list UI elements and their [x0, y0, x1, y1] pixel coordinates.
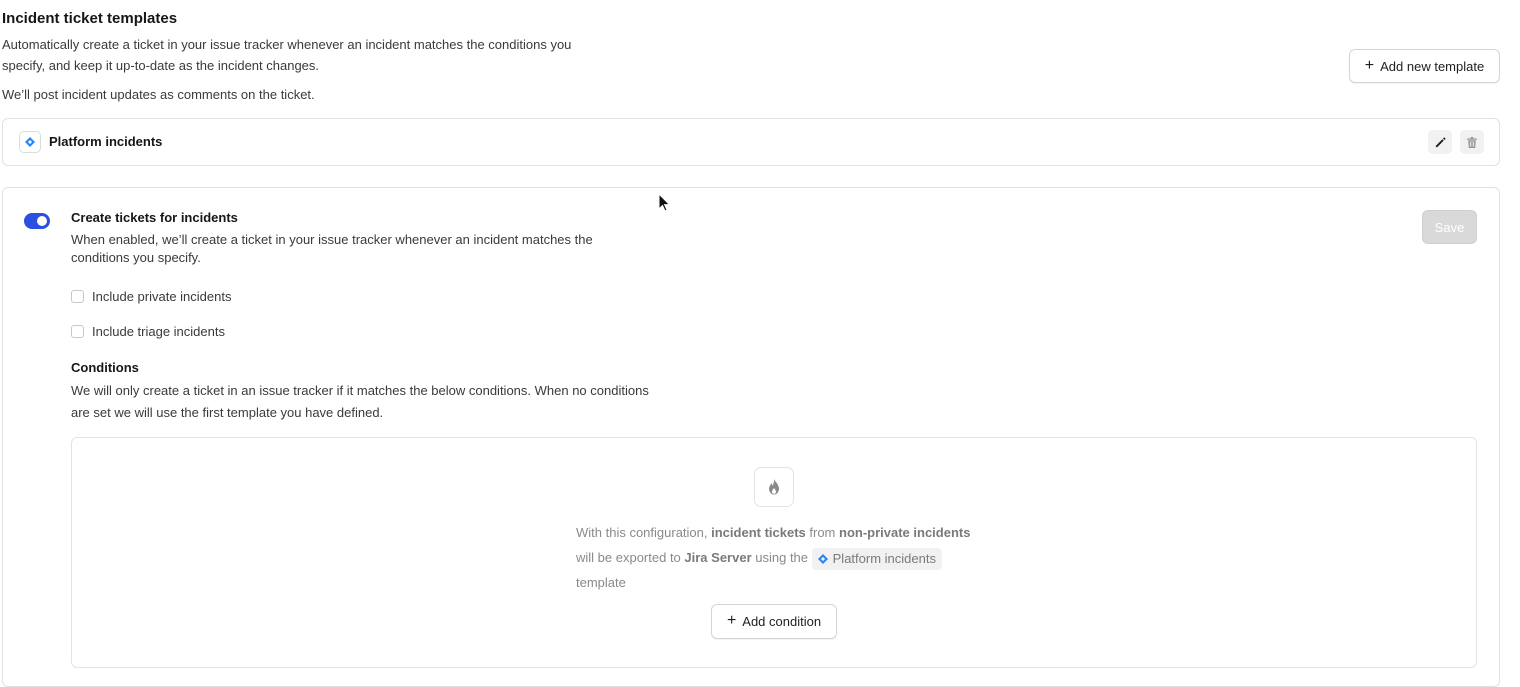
page-title: Incident ticket templates: [2, 10, 178, 27]
summary-bold-incident-scope: non-private incidents: [839, 525, 971, 540]
save-button[interactable]: Save: [1422, 210, 1477, 244]
summary-text: from: [805, 525, 839, 540]
summary-text: With this configuration,: [576, 525, 712, 540]
template-chip: Platform incidents: [811, 547, 942, 570]
template-chip-label: Platform incidents: [832, 550, 936, 566]
create-tickets-toggle[interactable]: [24, 213, 50, 229]
edit-template-button[interactable]: [1428, 130, 1452, 154]
template-row[interactable]: Platform incidents: [2, 118, 1500, 166]
summary-bold-ticket-type: incident tickets: [711, 525, 806, 540]
include-triage-checkbox[interactable]: [71, 325, 84, 338]
include-private-label: Include private incidents: [92, 289, 232, 304]
summary-text: template: [576, 575, 626, 590]
template-name: Platform incidents: [49, 134, 163, 149]
include-private-checkbox[interactable]: [71, 290, 84, 303]
delete-template-button[interactable]: [1460, 130, 1484, 154]
jira-icon: [19, 131, 41, 153]
add-condition-label: Add condition: [742, 614, 822, 629]
page-description: Automatically create a ticket in your is…: [2, 37, 572, 73]
page-note: We’ll post incident updates as comments …: [2, 87, 315, 102]
trash-icon: [1467, 136, 1477, 148]
add-new-template-button[interactable]: + Add new template: [1349, 49, 1500, 83]
include-triage-label: Include triage incidents: [92, 324, 225, 339]
create-tickets-description: When enabled, we’ll create a ticket in y…: [71, 232, 593, 265]
plus-icon: +: [1364, 56, 1375, 74]
plus-icon: +: [726, 612, 737, 629]
summary-text: using the: [751, 550, 812, 565]
include-triage-checkbox-row[interactable]: Include triage incidents: [71, 324, 225, 339]
flame-icon: [769, 478, 779, 494]
add-condition-button[interactable]: + Add condition: [711, 604, 837, 639]
create-tickets-title: Create tickets for incidents: [71, 210, 238, 225]
add-new-template-label: Add new template: [1380, 58, 1485, 74]
summary-bold-destination: Jira Server: [684, 550, 752, 565]
conditions-description: We will only create a ticket in an issue…: [71, 383, 649, 420]
mouse-cursor-icon: [658, 193, 671, 212]
pencil-icon: [1435, 137, 1445, 147]
conditions-summary: With this configuration, incident ticket…: [576, 520, 976, 595]
flame-icon-container: [754, 467, 794, 507]
summary-text: will be exported to: [576, 550, 685, 565]
jira-icon: [817, 553, 828, 564]
conditions-title: Conditions: [71, 360, 139, 375]
include-private-checkbox-row[interactable]: Include private incidents: [71, 289, 231, 304]
